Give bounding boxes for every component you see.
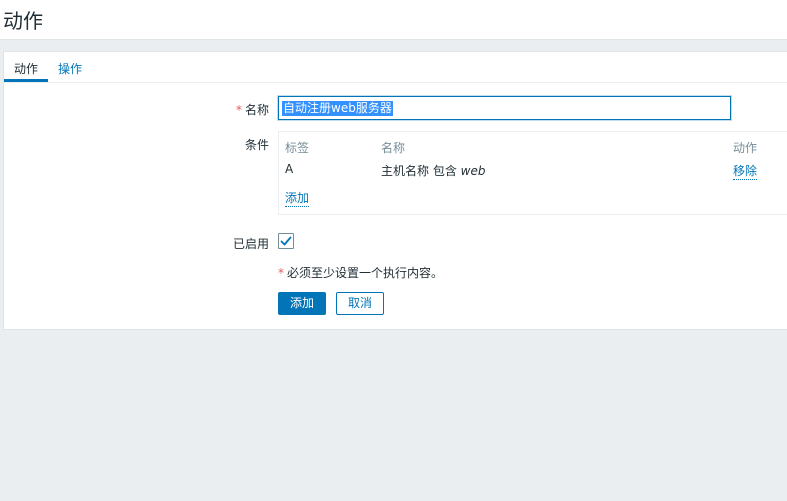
hint-mark: *	[278, 266, 284, 280]
remove-condition-link[interactable]: 移除	[733, 164, 758, 180]
condition-name-value: web	[460, 164, 486, 178]
page-header: 动作	[0, 0, 787, 40]
add-condition-cell: 添加	[285, 189, 310, 207]
active-tab-indicator	[4, 79, 48, 82]
tab-operations[interactable]: 操作	[58, 60, 82, 77]
checkmark-icon	[280, 236, 292, 246]
required-hint: * 必须至少设置一个执行内容。	[278, 264, 443, 281]
hint-text: 必须至少设置一个执行内容。	[287, 266, 444, 280]
column-header-action: 动作	[733, 141, 758, 155]
page-title: 动作	[3, 9, 43, 33]
add-condition-link[interactable]: 添加	[285, 191, 310, 207]
name-label-text: 名称	[244, 103, 269, 117]
required-mark: *	[235, 103, 242, 117]
tab-action[interactable]: 动作	[14, 60, 38, 77]
column-header-name: 名称	[381, 141, 406, 155]
name-field-label: * 名称	[189, 101, 269, 118]
tab-bar: 动作 操作	[4, 52, 787, 83]
enabled-field-label: 已启用	[232, 237, 269, 251]
condition-name: 主机名称 包含 web	[381, 162, 485, 179]
name-input[interactable]	[278, 96, 731, 120]
cancel-button[interactable]: 取消	[336, 292, 384, 315]
condition-tag: A	[285, 162, 294, 176]
column-header-tag: 标签	[285, 141, 310, 155]
condition-action-cell: 移除	[733, 162, 758, 180]
add-button[interactable]: 添加	[278, 292, 326, 315]
condition-name-prefix: 主机名称 包含	[381, 164, 461, 178]
conditions-table: 标签 名称 动作 A 主机名称 包含 web 移除 添加	[278, 131, 787, 215]
conditions-field-label: 条件	[244, 138, 269, 152]
enabled-checkbox[interactable]	[278, 233, 294, 249]
